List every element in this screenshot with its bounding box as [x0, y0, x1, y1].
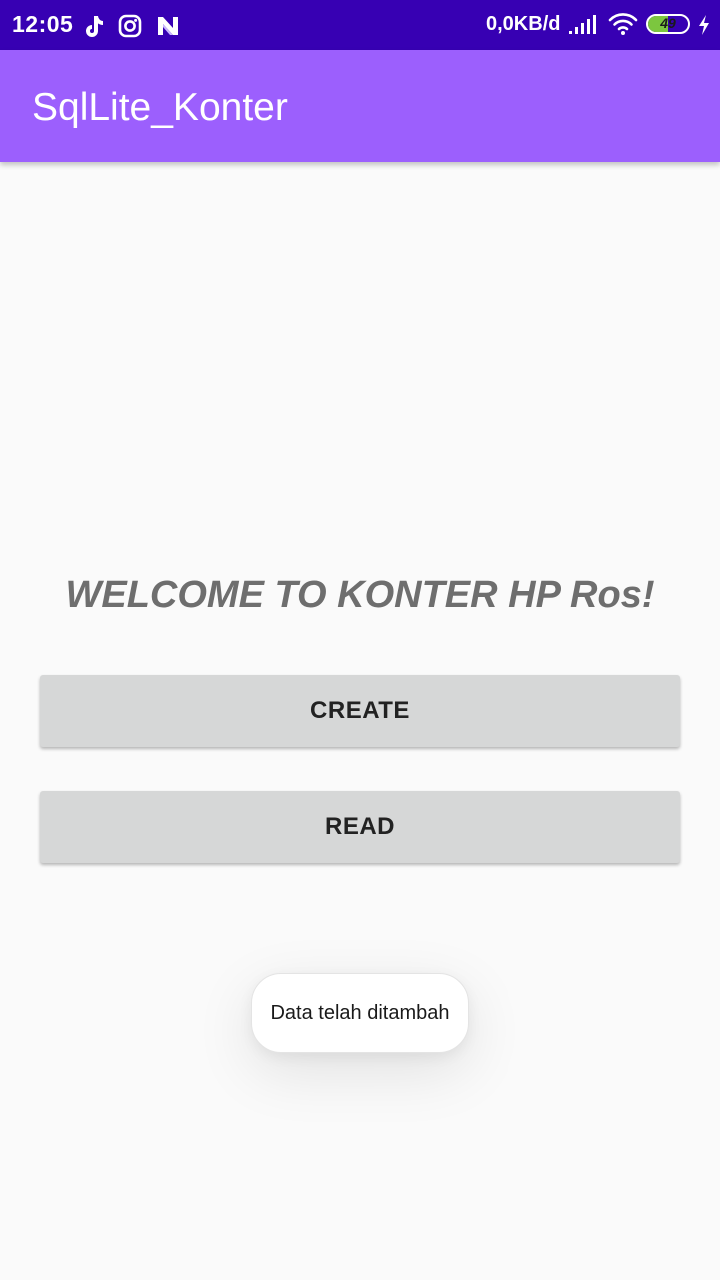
network-speed: 0,0KB/d	[486, 13, 561, 35]
app-title: SqlLite_Konter	[32, 86, 288, 129]
tiktok-icon	[82, 14, 104, 38]
instagram-icon	[118, 14, 142, 38]
app-screen: 12:05 0,0KB/d 49 SqlLite_Konter WELCOME …	[0, 0, 720, 1280]
app-bar: SqlLite_Konter	[0, 50, 720, 162]
toast-message: Data telah ditambah	[251, 973, 469, 1053]
status-time: 12:05	[12, 11, 74, 37]
battery-icon: 49	[646, 14, 690, 34]
wifi-icon	[608, 12, 638, 41]
welcome-heading: WELCOME TO KONTER HP Ros!	[65, 574, 655, 616]
charging-icon	[697, 14, 711, 41]
read-button[interactable]: READ	[40, 791, 680, 863]
notification-icons	[82, 12, 180, 40]
signal-icon	[568, 12, 598, 41]
status-bar: 12:05 0,0KB/d 49	[0, 0, 720, 50]
battery-level-text: 49	[660, 15, 676, 31]
n-app-icon	[156, 15, 180, 37]
system-icons	[568, 12, 638, 40]
create-button[interactable]: CREATE	[40, 675, 680, 747]
